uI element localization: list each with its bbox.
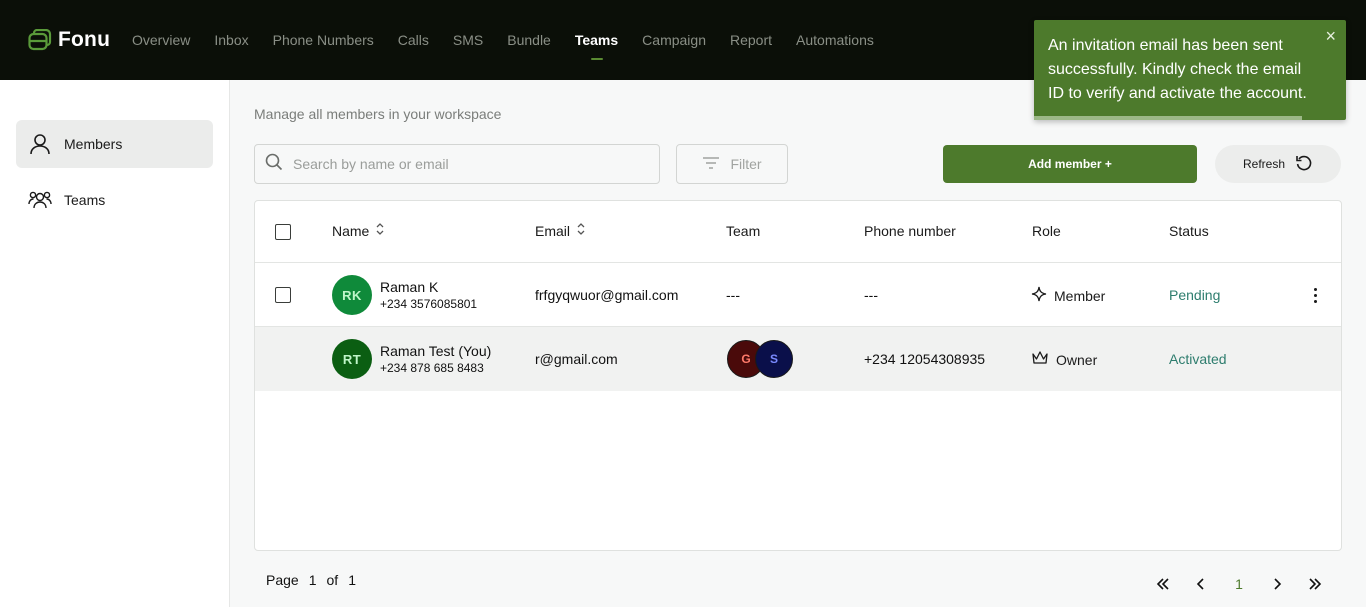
page-subtitle: Manage all members in your workspace (254, 106, 501, 122)
team-avatar[interactable]: S (755, 340, 793, 378)
member-name: Raman K (380, 279, 438, 295)
toast-progress-bar (1034, 116, 1302, 120)
filter-icon (702, 156, 720, 173)
user-icon (28, 132, 52, 156)
first-page-icon[interactable] (1153, 574, 1173, 594)
row-actions-menu-icon[interactable] (1307, 285, 1323, 305)
nav-campaign[interactable]: Campaign (642, 0, 706, 80)
table-row[interactable]: RK Raman K +234 3576085801 frfgyqwuor@gm… (255, 263, 1341, 327)
member-team: --- (726, 287, 740, 303)
main-nav: Overview Inbox Phone Numbers Calls SMS B… (132, 0, 898, 80)
column-header-status: Status (1169, 201, 1209, 262)
filter-label: Filter (730, 156, 761, 172)
refresh-button[interactable]: Refresh (1215, 145, 1341, 183)
sidebar-item-label: Members (64, 136, 122, 152)
prev-page-icon[interactable] (1191, 574, 1211, 594)
page-info: Page 1 of 1 (266, 572, 356, 588)
fonu-logo-icon (28, 29, 52, 51)
member-phone: +234 3576085801 (380, 297, 477, 311)
close-icon[interactable]: × (1325, 26, 1336, 47)
member-phone-number: +234 12054308935 (864, 351, 985, 367)
nav-inbox[interactable]: Inbox (214, 0, 248, 80)
next-page-icon[interactable] (1267, 574, 1287, 594)
nav-phone-numbers[interactable]: Phone Numbers (273, 0, 374, 80)
app-logo[interactable]: Fonu (28, 28, 110, 52)
member-role: Member (1031, 286, 1105, 305)
app-name: Fonu (58, 28, 110, 52)
column-header-team: Team (726, 201, 760, 262)
refresh-icon (1295, 154, 1313, 175)
role-label: Owner (1056, 352, 1097, 368)
member-role: Owner (1031, 350, 1097, 369)
total-pages: 1 (348, 572, 356, 588)
nav-sms[interactable]: SMS (453, 0, 483, 80)
row-checkbox[interactable] (275, 287, 291, 303)
star-icon (1031, 286, 1047, 305)
members-table: Name Email Team Phone number Role Status… (254, 200, 1342, 551)
search-box[interactable] (254, 144, 660, 184)
member-email: frfgyqwuor@gmail.com (535, 287, 678, 303)
select-all-checkbox[interactable] (275, 224, 291, 240)
status-badge: Activated (1169, 351, 1227, 367)
search-input[interactable] (293, 156, 633, 172)
nav-report[interactable]: Report (730, 0, 772, 80)
table-header: Name Email Team Phone number Role Status (255, 201, 1341, 263)
refresh-label: Refresh (1243, 157, 1285, 171)
page-number-button[interactable]: 1 (1229, 574, 1249, 594)
sidebar-item-label: Teams (64, 192, 105, 208)
nav-overview[interactable]: Overview (132, 0, 190, 80)
users-group-icon (28, 188, 52, 212)
member-phone: +234 878 685 8483 (380, 361, 484, 375)
nav-calls[interactable]: Calls (398, 0, 429, 80)
last-page-icon[interactable] (1305, 574, 1325, 594)
avatar: RT (332, 339, 372, 379)
member-name: Raman Test (You) (380, 343, 491, 359)
toast-message: An invitation email has been sent succes… (1048, 34, 1318, 106)
nav-bundle[interactable]: Bundle (507, 0, 551, 80)
column-header-role: Role (1032, 201, 1061, 262)
sidebar: Members Teams (0, 80, 230, 607)
current-page: 1 (309, 572, 317, 588)
page-label: Page (266, 572, 299, 588)
column-header-email-label: Email (535, 201, 570, 262)
column-header-email[interactable]: Email (535, 201, 586, 262)
column-header-name[interactable]: Name (332, 201, 385, 262)
add-member-button[interactable]: Add member + (943, 145, 1197, 183)
table-row[interactable]: RT Raman Test (You) +234 878 685 8483 r@… (255, 327, 1341, 391)
member-phone-number: --- (864, 287, 878, 303)
role-label: Member (1054, 288, 1105, 304)
filter-button[interactable]: Filter (676, 144, 788, 184)
success-toast: An invitation email has been sent succes… (1034, 20, 1346, 120)
sidebar-item-members[interactable]: Members (16, 120, 213, 168)
member-email: r@gmail.com (535, 351, 618, 367)
column-header-name-label: Name (332, 201, 369, 262)
avatar: RK (332, 275, 372, 315)
nav-automations[interactable]: Automations (796, 0, 874, 80)
of-label: of (327, 572, 339, 588)
sidebar-item-teams[interactable]: Teams (16, 176, 213, 224)
nav-teams[interactable]: Teams (575, 0, 618, 80)
search-icon (265, 153, 283, 176)
sort-icon (576, 201, 586, 262)
column-header-phone: Phone number (864, 201, 956, 262)
status-badge: Pending (1169, 287, 1220, 303)
sort-icon (375, 201, 385, 262)
crown-icon (1031, 350, 1049, 369)
